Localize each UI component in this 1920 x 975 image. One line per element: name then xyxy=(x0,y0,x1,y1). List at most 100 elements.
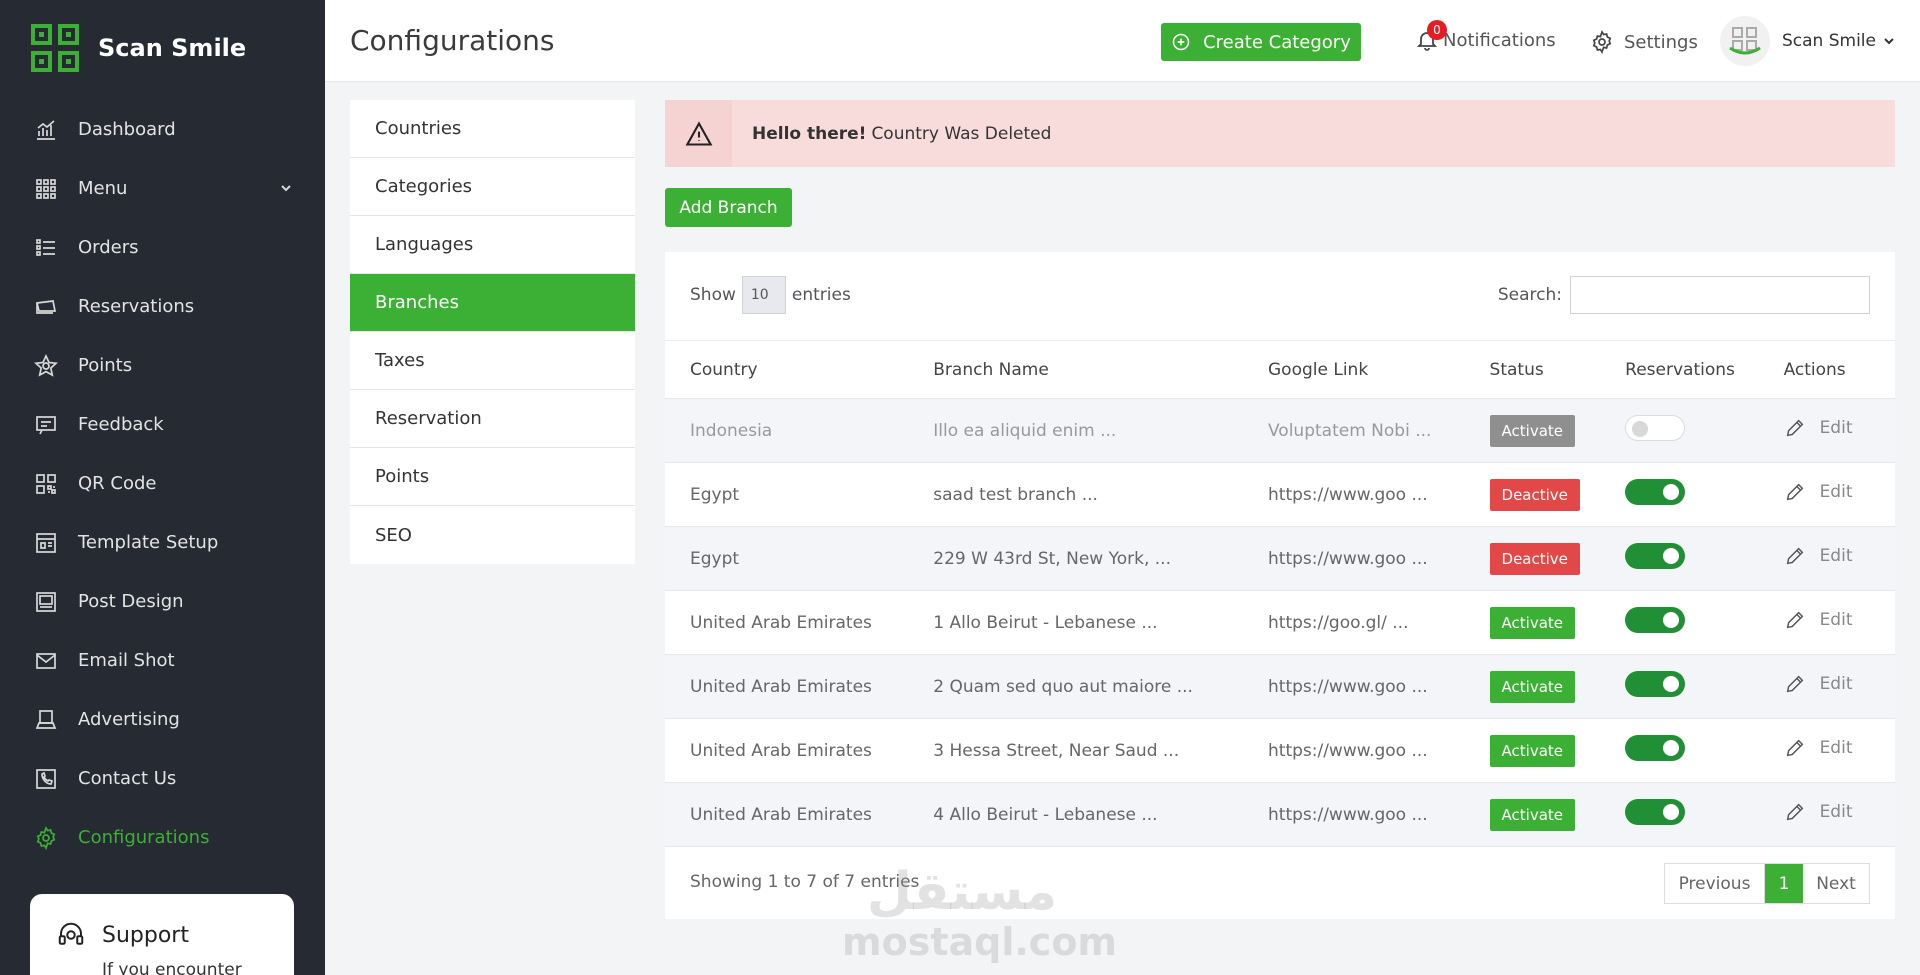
next-page-button[interactable]: Next xyxy=(1803,864,1869,903)
sidebar-item-points[interactable]: Points xyxy=(0,336,325,395)
create-category-button[interactable]: Create Category xyxy=(1161,23,1361,61)
sidebar-item-orders[interactable]: Orders xyxy=(0,218,325,277)
status-badge-button[interactable]: Deactive xyxy=(1489,478,1580,511)
page-1-button[interactable]: 1 xyxy=(1765,864,1803,903)
avatar-logo-icon xyxy=(1729,27,1761,55)
toggle-knob xyxy=(1663,484,1680,500)
settings-button[interactable]: Settings xyxy=(1590,30,1698,54)
column-header-reservations[interactable]: Reservations xyxy=(1600,341,1758,399)
edit-label: Edit xyxy=(1819,482,1853,502)
edit-button[interactable]: Edit xyxy=(1784,801,1853,823)
cell-google-link: https://goo.gl/ ... xyxy=(1268,612,1409,633)
edit-button[interactable]: Edit xyxy=(1784,545,1852,567)
column-header-status[interactable]: Status xyxy=(1465,341,1601,399)
brand-name: Scan Smile xyxy=(98,34,247,62)
sidebar-item-dashboard[interactable]: Dashboard xyxy=(0,100,325,159)
grid-icon xyxy=(34,177,58,201)
toggle-knob xyxy=(1663,676,1680,692)
cell-branch-name: Illo ea aliquid enim ... xyxy=(933,420,1117,441)
cell-reservations xyxy=(1600,463,1758,527)
sidebar-item-email-shot[interactable]: Email Shot xyxy=(0,631,325,690)
cell-actions: Edit xyxy=(1759,783,1895,847)
config-item-countries[interactable]: Countries xyxy=(350,100,635,158)
brand[interactable]: Scan Smile xyxy=(0,0,325,96)
column-header-branch-name[interactable]: Branch Name xyxy=(908,341,1243,399)
cell-reservations xyxy=(1600,527,1758,591)
status-badge-button[interactable]: Activate xyxy=(1489,414,1576,447)
table-row: United Arab Emirates 3 Hessa Street, Near… xyxy=(665,719,1895,783)
user-name: Scan Smile xyxy=(1782,31,1876,51)
status-badge-button[interactable]: Activate xyxy=(1489,670,1576,703)
entries-select[interactable]: 10 xyxy=(741,276,786,314)
sidebar-item-post-design[interactable]: Post Design xyxy=(0,572,325,631)
star-icon xyxy=(34,353,58,378)
sidebar-item-template-setup[interactable]: Template Setup xyxy=(0,513,325,572)
config-item-points[interactable]: Points xyxy=(350,448,635,506)
reservations-toggle[interactable] xyxy=(1625,735,1686,761)
edit-label: Edit xyxy=(1819,738,1853,758)
sidebar-item-contact-us[interactable]: Contact Us xyxy=(0,749,325,808)
sidebar-item-feedback[interactable]: Feedback xyxy=(0,395,325,454)
sidebar-item-reservations[interactable]: Reservations xyxy=(0,277,325,336)
reservations-toggle[interactable] xyxy=(1625,607,1686,633)
sidebar-item-qr-code[interactable]: QR Code xyxy=(0,454,325,513)
cell-google-link: https://www.goo ... xyxy=(1268,548,1428,569)
pencil-icon xyxy=(1786,483,1803,501)
reservations-toggle[interactable] xyxy=(1625,415,1686,441)
qr-logo-icon xyxy=(31,24,79,72)
column-header-google-link[interactable]: Google Link xyxy=(1243,341,1465,399)
support-title: Support xyxy=(102,922,189,948)
toggle-knob xyxy=(1632,421,1649,437)
alert-message: Hello there! Country Was Deleted xyxy=(752,124,1051,144)
edit-button[interactable]: Edit xyxy=(1784,417,1852,439)
notification-count-badge: 0 xyxy=(1427,20,1447,40)
cell-reservations xyxy=(1600,399,1758,463)
table-row: Egypt 229 W 43rd St, New York, ... https:/… xyxy=(665,526,1895,591)
reservations-toggle[interactable] xyxy=(1625,479,1686,505)
notifications-label: Notifications xyxy=(1443,29,1556,51)
config-item-languages[interactable]: Languages xyxy=(350,216,635,274)
sidebar-item-configurations[interactable]: Configurations xyxy=(0,808,325,867)
list-icon xyxy=(34,236,58,260)
cell-status: Activate xyxy=(1465,719,1601,783)
cell-status: Activate xyxy=(1465,591,1601,655)
table-row: United Arab Emirates 1 Allo Beirut - Leba… xyxy=(665,591,1895,655)
pencil-icon xyxy=(1786,739,1803,757)
status-badge-button[interactable]: Activate xyxy=(1489,734,1576,767)
status-badge-button[interactable]: Activate xyxy=(1489,798,1576,831)
cell-country: United Arab Emirates xyxy=(690,804,872,825)
user-menu[interactable]: Scan Smile xyxy=(1720,16,1896,66)
config-item-taxes[interactable]: Taxes xyxy=(350,332,635,390)
sidebar-item-label: Advertising xyxy=(78,709,180,730)
pencil-icon xyxy=(1786,803,1803,821)
config-item-categories[interactable]: Categories xyxy=(350,158,635,216)
status-badge-button[interactable]: Deactive xyxy=(1489,542,1580,575)
cell-google-link: https://www.goo ... xyxy=(1268,804,1428,825)
reservations-toggle[interactable] xyxy=(1625,671,1686,697)
config-item-branches[interactable]: Branches xyxy=(350,274,635,332)
reservations-toggle[interactable] xyxy=(1625,543,1686,569)
edit-button[interactable]: Edit xyxy=(1784,673,1852,695)
add-branch-button[interactable]: Add Branch xyxy=(665,188,792,227)
column-header-country[interactable]: Country xyxy=(665,341,908,399)
pencil-icon xyxy=(1786,419,1803,437)
cell-actions: Edit xyxy=(1759,655,1895,719)
edit-button[interactable]: Edit xyxy=(1784,609,1852,631)
edit-label: Edit xyxy=(1819,802,1853,822)
notifications-button[interactable]: 0 Notifications xyxy=(1415,20,1556,52)
config-item-seo[interactable]: SEO xyxy=(350,506,635,564)
status-badge-button[interactable]: Activate xyxy=(1489,606,1576,639)
search-input[interactable] xyxy=(1570,276,1870,314)
column-header-actions[interactable]: Actions xyxy=(1759,341,1895,399)
avatar xyxy=(1720,16,1770,66)
sidebar-item-label: Template Setup xyxy=(78,532,219,553)
edit-button[interactable]: Edit xyxy=(1784,481,1853,503)
reservations-toggle[interactable] xyxy=(1625,799,1686,825)
previous-page-button[interactable]: Previous xyxy=(1665,864,1765,903)
sidebar-item-menu[interactable]: Menu xyxy=(0,159,325,218)
support-card[interactable]: Support If you encounter xyxy=(30,894,294,975)
table-body: Indonesia Illo ea aliquid enim ... Volupta… xyxy=(665,398,1895,847)
sidebar-item-advertising[interactable]: Advertising xyxy=(0,690,325,749)
edit-button[interactable]: Edit xyxy=(1784,737,1853,759)
config-item-reservation[interactable]: Reservation xyxy=(350,390,635,448)
